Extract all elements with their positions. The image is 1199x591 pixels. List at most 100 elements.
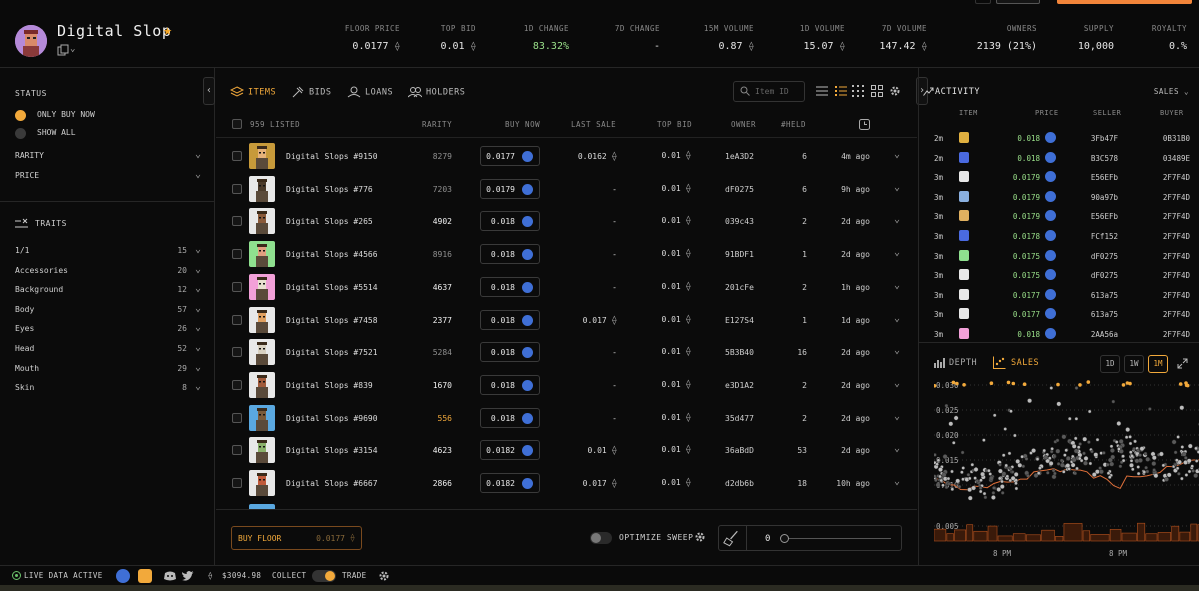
activity-row[interactable]: 2m 0.018 3Fb47F 0B31B0 (919, 129, 1199, 149)
activity-row[interactable]: 3m 0.0177 613a75 2F7F4D (919, 286, 1199, 306)
top-action-button[interactable] (996, 0, 1040, 4)
nft-name[interactable]: Digital Slops #6667 (286, 479, 378, 488)
owner-address[interactable]: d2db6b (725, 479, 754, 488)
detailed-list-icon[interactable] (835, 85, 847, 97)
table-row[interactable]: Digital Slops #4566 8916 0.018 - 0.01 ⟠ 91BDF… (216, 238, 917, 271)
activity-buyer[interactable]: 2F7F4D (1163, 291, 1190, 300)
activity-row[interactable]: 3m 0.0179 90a97b 2F7F4D (919, 188, 1199, 208)
nft-thumbnail[interactable] (249, 143, 275, 169)
nft-thumbnail[interactable] (249, 175, 275, 202)
activity-seller[interactable]: E56EFb (1091, 173, 1118, 182)
activity-buyer[interactable]: 2F7F4D (1163, 193, 1190, 202)
row-checkbox[interactable] (232, 412, 242, 423)
activity-seller[interactable]: E56EFb (1091, 212, 1118, 221)
nft-thumbnail[interactable] (249, 470, 275, 496)
nft-thumbnail[interactable] (959, 230, 969, 241)
chevron-down-icon[interactable]: ⌄ (894, 411, 900, 422)
owner-address[interactable]: 35d477 (725, 414, 754, 423)
activity-buyer[interactable]: 03489E (1163, 154, 1190, 163)
collapse-sidebar-button[interactable]: ‹ (203, 77, 215, 105)
nft-thumbnail[interactable] (249, 306, 275, 333)
price-filter[interactable]: PRICE ⌄ (15, 169, 201, 180)
nft-name[interactable]: Digital Slops #3154 (286, 446, 378, 455)
activity-buyer[interactable]: 2F7F4D (1163, 173, 1190, 182)
tab-depth[interactable]: DEPTH (949, 358, 977, 368)
chevron-down-icon[interactable]: ⌄ (894, 214, 900, 225)
owner-address[interactable]: 039c43 (725, 217, 754, 226)
app-logo-icon[interactable] (138, 569, 152, 583)
buy-now-button[interactable]: 0.018 (480, 244, 540, 265)
chevron-down-icon[interactable]: ⌄ (894, 182, 900, 193)
activity-buyer[interactable]: 2F7F4D (1163, 310, 1190, 319)
nft-name[interactable]: Digital Slops #7521 (286, 348, 378, 357)
row-checkbox[interactable] (232, 347, 242, 358)
trait-filter-head[interactable]: Head 52 ⌄ (15, 342, 201, 353)
chevron-down-icon[interactable]: ⌄ (894, 443, 900, 454)
row-checkbox[interactable] (232, 281, 242, 292)
top-action-icon[interactable] (975, 0, 991, 4)
chevron-down-icon[interactable]: ⌄ (894, 476, 900, 487)
activity-row[interactable]: 3m 0.0179 E56EFb 2F7F4D (919, 207, 1199, 227)
nft-thumbnail[interactable] (959, 269, 969, 281)
table-row[interactable]: Digital Slops #3154 4623 0.0182 0.01 ⟠ 0.01 … (216, 434, 917, 467)
copy-icon[interactable] (57, 44, 69, 56)
nft-thumbnail[interactable] (959, 210, 969, 222)
activity-seller[interactable]: 2AA56a (1091, 330, 1118, 339)
nft-thumbnail[interactable] (249, 371, 275, 398)
large-grid-icon[interactable] (871, 85, 883, 97)
nft-thumbnail[interactable] (959, 171, 969, 183)
range-1d-button[interactable]: 1D (1100, 355, 1120, 373)
table-row[interactable]: Digital Slops #9690 556 0.018 - 0.01 ⟠ 35d477… (216, 402, 917, 435)
nft-thumbnail[interactable] (959, 151, 969, 163)
activity-row[interactable]: 3m 0.0179 E56EFb 2F7F4D (919, 168, 1199, 188)
owner-address[interactable]: 36aBdD (725, 446, 754, 455)
row-checkbox[interactable] (232, 314, 242, 325)
tab-items[interactable]: ITEMS (230, 86, 276, 98)
nft-thumbnail[interactable] (249, 208, 275, 235)
trait-filter-mouth[interactable]: Mouth 29 ⌄ (15, 362, 201, 373)
nft-thumbnail[interactable] (959, 308, 969, 320)
nft-name[interactable]: Digital Slops #5514 (286, 283, 378, 292)
optimize-sweep-toggle[interactable] (590, 532, 612, 544)
activity-seller[interactable]: B3C578 (1091, 154, 1118, 163)
row-checkbox[interactable] (232, 183, 242, 194)
chevron-down-icon[interactable]: ⌄ (70, 44, 75, 54)
tab-loans[interactable]: LOANS (347, 86, 393, 98)
collection-avatar[interactable] (15, 25, 47, 57)
nft-name[interactable]: Digital Slops #265 (286, 217, 373, 226)
buy-now-button[interactable]: 0.0182 (480, 473, 540, 493)
nft-thumbnail[interactable] (249, 404, 275, 431)
nft-thumbnail[interactable] (249, 241, 275, 268)
row-checkbox[interactable] (232, 478, 242, 488)
table-row[interactable]: Digital Slops #9150 8279 0.0177 0.0162 ⟠ 0.0… (216, 140, 917, 173)
range-1w-button[interactable]: 1W (1124, 355, 1144, 373)
sweep-slider[interactable] (780, 534, 891, 543)
nft-name[interactable]: Digital Slops #839 (286, 381, 373, 390)
broom-icon[interactable] (719, 526, 747, 550)
activity-buyer[interactable]: 2F7F4D (1163, 232, 1190, 241)
show-all-radio[interactable] (15, 128, 26, 139)
gear-icon[interactable] (378, 570, 390, 582)
tab-holders[interactable]: HOLDERS (408, 86, 465, 98)
activity-row[interactable]: 3m 0.0175 dF0275 2F7F4D (919, 247, 1199, 267)
nft-name[interactable]: Digital Slops #7458 (286, 316, 378, 325)
row-checkbox[interactable] (232, 216, 242, 227)
chevron-down-icon[interactable]: ⌄ (894, 313, 900, 324)
activity-row[interactable]: 3m 0.0177 613a75 2F7F4D (919, 305, 1199, 325)
activity-seller[interactable]: 90a97b (1091, 193, 1118, 202)
tab-bids[interactable]: BIDS (291, 86, 331, 98)
slider-handle[interactable] (780, 534, 789, 543)
table-row[interactable]: Digital Slops #7458 2377 0.018 0.017 ⟠ 0.01 … (216, 304, 917, 337)
row-checkbox[interactable] (232, 445, 242, 456)
nft-thumbnail[interactable] (959, 249, 969, 261)
activity-buyer[interactable]: 2F7F4D (1163, 212, 1190, 221)
row-checkbox[interactable] (232, 249, 242, 260)
gear-icon[interactable] (694, 531, 706, 543)
activity-filter-select[interactable]: SALES ⌄ (1154, 87, 1189, 96)
owner-address[interactable]: 91BDF1 (725, 250, 754, 259)
trait-filter-eyes[interactable]: Eyes 26 ⌄ (15, 322, 201, 333)
trade-label[interactable]: TRADE (342, 571, 367, 580)
gear-icon[interactable] (889, 85, 901, 97)
buy-now-button[interactable]: 0.018 (480, 407, 540, 428)
trait-filter-1-1[interactable]: 1/1 15 ⌄ (15, 244, 201, 255)
